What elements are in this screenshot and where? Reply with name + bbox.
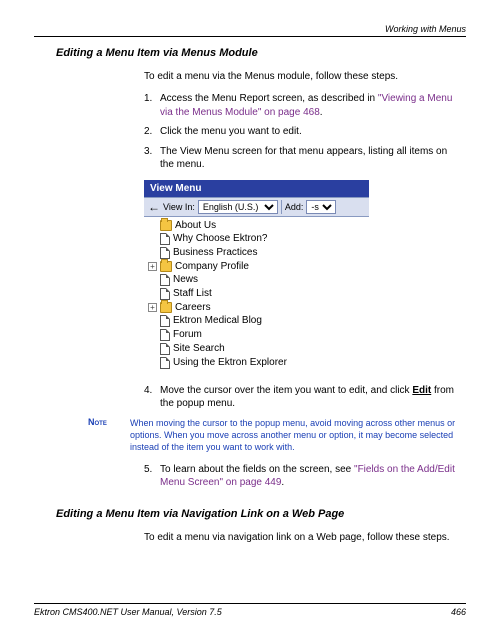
- add-label: Add:: [285, 202, 304, 212]
- tree-item-label: News: [173, 274, 198, 285]
- tree-item-label: Staff List: [173, 288, 212, 299]
- page-icon: [160, 247, 170, 259]
- tree-spacer: [148, 316, 157, 325]
- tree-item[interactable]: Ektron Medical Blog: [148, 314, 365, 328]
- tree-item-label: Ektron Medical Blog: [173, 315, 262, 326]
- page-icon: [160, 343, 170, 355]
- page-icon: [160, 274, 170, 286]
- page-footer: Ektron CMS400.NET User Manual, Version 7…: [34, 603, 466, 617]
- folder-icon: [160, 261, 172, 272]
- tree-item[interactable]: News: [148, 273, 365, 287]
- tree-item-label: Forum: [173, 329, 202, 340]
- view-in-label: View In:: [163, 202, 195, 212]
- tree-item-label: About Us: [175, 220, 216, 231]
- section2-intro: To edit a menu via navigation link on a …: [144, 532, 456, 543]
- tree-spacer: [148, 344, 157, 353]
- tree-item[interactable]: Why Choose Ektron?: [148, 232, 365, 246]
- view-menu-screenshot: View Menu ← View In: English (U.S.) Add:…: [144, 180, 369, 374]
- page-icon: [160, 329, 170, 341]
- step-2: 2. Click the menu you want to edit.: [144, 125, 456, 139]
- step1-text-post: .: [320, 107, 323, 118]
- tree-item[interactable]: Site Search: [148, 342, 365, 356]
- step-number: 4.: [144, 384, 160, 411]
- add-select[interactable]: -sele: [306, 200, 336, 214]
- view-menu-toolbar: ← View In: English (U.S.) Add: -sele: [144, 197, 369, 217]
- step4-edit-word: Edit: [412, 385, 431, 396]
- step-number: 5.: [144, 463, 160, 490]
- step-5: 5. To learn about the fields on the scre…: [144, 463, 456, 490]
- step-1: 1. Access the Menu Report screen, as des…: [144, 92, 456, 119]
- step5-text-post: .: [281, 477, 284, 488]
- expand-icon[interactable]: +: [148, 303, 157, 312]
- step2-text: Click the menu you want to edit.: [160, 125, 456, 139]
- step4-text-pre: Move the cursor over the item you want t…: [160, 385, 412, 396]
- menu-tree: About Us Why Choose Ektron? Business Pract…: [144, 217, 369, 374]
- note-text: When moving the cursor to the popup menu…: [130, 417, 466, 453]
- step-3: 3. The View Menu screen for that menu ap…: [144, 145, 456, 172]
- step5-text-pre: To learn about the fields on the screen,…: [160, 464, 354, 475]
- tree-spacer: [148, 275, 157, 284]
- tree-spacer: [148, 358, 157, 367]
- section-title-1: Editing a Menu Item via Menus Module: [56, 47, 466, 59]
- folder-icon: [160, 302, 172, 313]
- tree-spacer: [148, 248, 157, 257]
- footer-page-number: 466: [451, 607, 466, 617]
- tree-item-label: Careers: [175, 302, 211, 313]
- page-icon: [160, 288, 170, 300]
- section-title-2: Editing a Menu Item via Navigation Link …: [56, 508, 466, 520]
- note-block: Note When moving the cursor to the popup…: [34, 417, 466, 453]
- tree-spacer: [148, 221, 157, 230]
- header-rule: [34, 36, 466, 37]
- step-number: 1.: [144, 92, 160, 119]
- back-arrow-icon[interactable]: ←: [148, 201, 160, 213]
- tree-item[interactable]: + Company Profile: [148, 260, 365, 273]
- toolbar-divider: [281, 200, 282, 214]
- tree-item[interactable]: Staff List: [148, 287, 365, 301]
- tree-item-label: Why Choose Ektron?: [173, 233, 268, 244]
- section1-intro: To edit a menu via the Menus module, fol…: [144, 71, 456, 82]
- step-4: 4. Move the cursor over the item you wan…: [144, 384, 456, 411]
- page-icon: [160, 315, 170, 327]
- page-icon: [160, 233, 170, 245]
- step-number: 2.: [144, 125, 160, 139]
- tree-item[interactable]: Business Practices: [148, 246, 365, 260]
- step1-text-pre: Access the Menu Report screen, as descri…: [160, 93, 378, 104]
- tree-item[interactable]: Using the Ektron Explorer: [148, 356, 365, 370]
- footer-rule: [34, 603, 466, 604]
- note-label: Note: [34, 417, 130, 453]
- tree-item[interactable]: About Us: [148, 219, 365, 232]
- tree-spacer: [148, 234, 157, 243]
- tree-item-label: Company Profile: [175, 261, 249, 272]
- view-menu-title: View Menu: [144, 180, 369, 197]
- tree-item-label: Site Search: [173, 343, 225, 354]
- expand-icon[interactable]: +: [148, 262, 157, 271]
- tree-item-label: Business Practices: [173, 247, 257, 258]
- language-select[interactable]: English (U.S.): [198, 200, 278, 214]
- step-number: 3.: [144, 145, 160, 172]
- running-header: Working with Menus: [34, 24, 466, 34]
- tree-item[interactable]: Forum: [148, 328, 365, 342]
- tree-spacer: [148, 330, 157, 339]
- page-icon: [160, 357, 170, 369]
- folder-icon: [160, 220, 172, 231]
- tree-item-label: Using the Ektron Explorer: [173, 357, 287, 368]
- footer-left: Ektron CMS400.NET User Manual, Version 7…: [34, 607, 222, 617]
- tree-item[interactable]: + Careers: [148, 301, 365, 314]
- step3-text: The View Menu screen for that menu appea…: [160, 145, 456, 172]
- tree-spacer: [148, 289, 157, 298]
